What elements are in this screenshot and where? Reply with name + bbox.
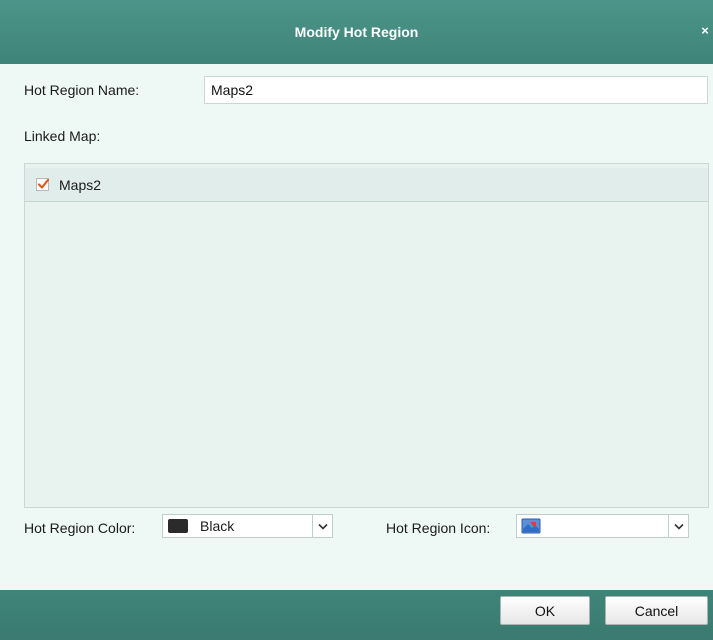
close-icon[interactable]: × bbox=[699, 24, 711, 38]
linked-map-label: Linked Map: bbox=[24, 128, 101, 144]
dialog-title: Modify Hot Region bbox=[294, 24, 419, 40]
hot-region-color-value: Black bbox=[200, 518, 235, 534]
hot-region-map-icon bbox=[521, 518, 541, 534]
hot-region-name-label: Hot Region Name: bbox=[24, 82, 140, 98]
dialog-titlebar: Modify Hot Region × bbox=[0, 0, 713, 64]
hot-region-icon-select[interactable] bbox=[516, 514, 689, 538]
list-item[interactable]: Maps2 bbox=[25, 168, 708, 202]
hot-region-color-select[interactable]: Black bbox=[162, 514, 333, 538]
checkmark-icon bbox=[37, 178, 50, 189]
cancel-button[interactable]: Cancel bbox=[605, 596, 708, 625]
ok-button[interactable]: OK bbox=[500, 596, 590, 625]
maps2-checkbox[interactable] bbox=[36, 178, 50, 191]
chevron-down-icon[interactable] bbox=[312, 515, 332, 537]
hot-region-name-input[interactable] bbox=[204, 76, 708, 104]
hot-region-icon-label: Hot Region Icon: bbox=[386, 520, 491, 536]
chevron-down-icon[interactable] bbox=[668, 515, 688, 537]
linked-map-list: Maps2 bbox=[24, 163, 709, 508]
color-swatch bbox=[168, 519, 188, 533]
hot-region-color-label: Hot Region Color: bbox=[24, 520, 136, 536]
list-item-label: Maps2 bbox=[59, 176, 102, 193]
